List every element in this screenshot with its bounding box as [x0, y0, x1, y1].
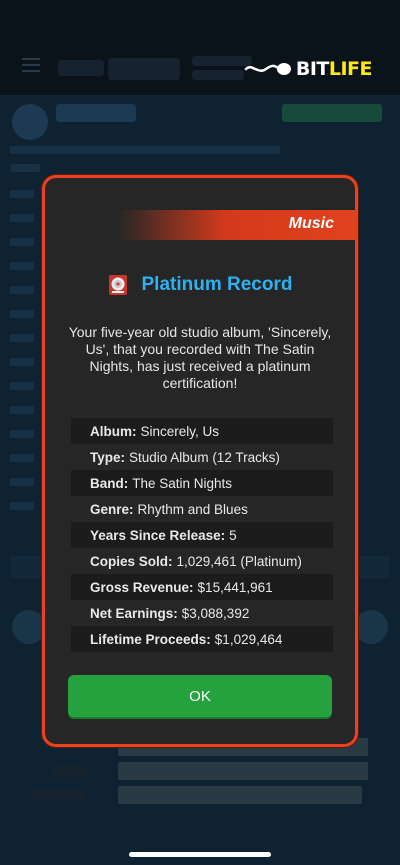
blurred-stat-bar [118, 762, 368, 780]
detail-value: The Satin Nights [132, 475, 233, 491]
blurred-text-line [10, 190, 34, 198]
detail-value: Rhythm and Blues [137, 501, 248, 517]
blurred-tab-icon [12, 610, 46, 644]
dialog-message: Your five-year old studio album, 'Sincer… [68, 324, 332, 391]
detail-row-copies-sold: Copies Sold: 1,029,461 (Platinum) [71, 548, 333, 574]
blurred-text-line [10, 502, 34, 510]
sperm-logo-icon [244, 63, 291, 75]
detail-label: Copies Sold: [90, 553, 173, 569]
detail-label: Band: [90, 475, 129, 491]
album-details-list: Album: Sincerely, Us Type: Studio Album … [71, 418, 333, 652]
detail-row-net-earnings: Net Earnings: $3,088,392 [71, 600, 333, 626]
blurred-text-line [10, 310, 34, 318]
menu-icon [22, 58, 40, 72]
detail-value: Sincerely, Us [140, 423, 220, 439]
platinum-record-dialog: Music Platinum Record Your five-year old… [42, 175, 358, 747]
record-icon [108, 275, 127, 295]
detail-row-years-since-release: Years Since Release: 5 [71, 522, 333, 548]
detail-value: $15,441,961 [197, 579, 273, 595]
blurred-text-line [10, 334, 34, 342]
blurred-text-line [10, 146, 280, 154]
blurred-money [282, 104, 382, 122]
blurred-header-text [58, 60, 104, 76]
detail-row-lifetime-proceeds: Lifetime Proceeds: $1,029,464 [71, 626, 333, 652]
blurred-text-line [10, 406, 34, 414]
dialog-title-row: Platinum Record [45, 274, 355, 296]
blurred-name [56, 104, 136, 122]
detail-value: $3,088,392 [181, 605, 250, 621]
ok-button[interactable]: OK [68, 675, 332, 717]
detail-label: Type: [90, 449, 126, 465]
blurred-text-line [10, 358, 34, 366]
avatar [12, 104, 48, 140]
blurred-text-line [10, 382, 34, 390]
detail-row-album: Album: Sincerely, Us [71, 418, 333, 444]
blurred-text-line [10, 430, 34, 438]
detail-value: 1,029,461 (Platinum) [176, 553, 302, 569]
dialog-title: Platinum Record [141, 274, 293, 295]
detail-value: $1,029,464 [214, 631, 283, 647]
detail-label: Net Earnings: [90, 605, 178, 621]
detail-value: Studio Album (12 Tracks) [129, 449, 280, 465]
app-header: BITLIFE [0, 0, 400, 95]
detail-label: Years Since Release: [90, 527, 226, 543]
blurred-tab-icon [354, 610, 388, 644]
blurred-stat-label [52, 766, 88, 776]
blurred-text-line [10, 238, 34, 246]
logo-text-bit: BIT [295, 58, 330, 80]
blurred-stat-bar [118, 786, 362, 804]
home-indicator [129, 852, 271, 857]
detail-label: Genre: [90, 501, 134, 517]
detail-row-type: Type: Studio Album (12 Tracks) [71, 444, 333, 470]
blurred-text-line [10, 478, 34, 486]
blurred-text-line [10, 454, 34, 462]
detail-row-gross-revenue: Gross Revenue: $15,441,961 [71, 574, 333, 600]
logo-text-life: LIFE [328, 58, 373, 80]
detail-row-genre: Genre: Rhythm and Blues [71, 496, 333, 522]
blurred-text-line [10, 164, 40, 172]
detail-label: Album: [90, 423, 137, 439]
blurred-text-line [10, 214, 34, 222]
blurred-header-logo [108, 58, 180, 80]
blurred-header-text [192, 70, 244, 80]
detail-row-band: Band: The Satin Nights [71, 470, 333, 496]
bitlife-logo: BITLIFE [244, 56, 373, 82]
blurred-text-line [10, 286, 34, 294]
blurred-text-line [10, 262, 34, 270]
detail-label: Lifetime Proceeds: [90, 631, 211, 647]
detail-label: Gross Revenue: [90, 579, 194, 595]
detail-value: 5 [229, 527, 237, 543]
category-banner: Music [118, 210, 358, 240]
blurred-stat-label [30, 790, 86, 800]
category-label: Music [288, 215, 334, 232]
